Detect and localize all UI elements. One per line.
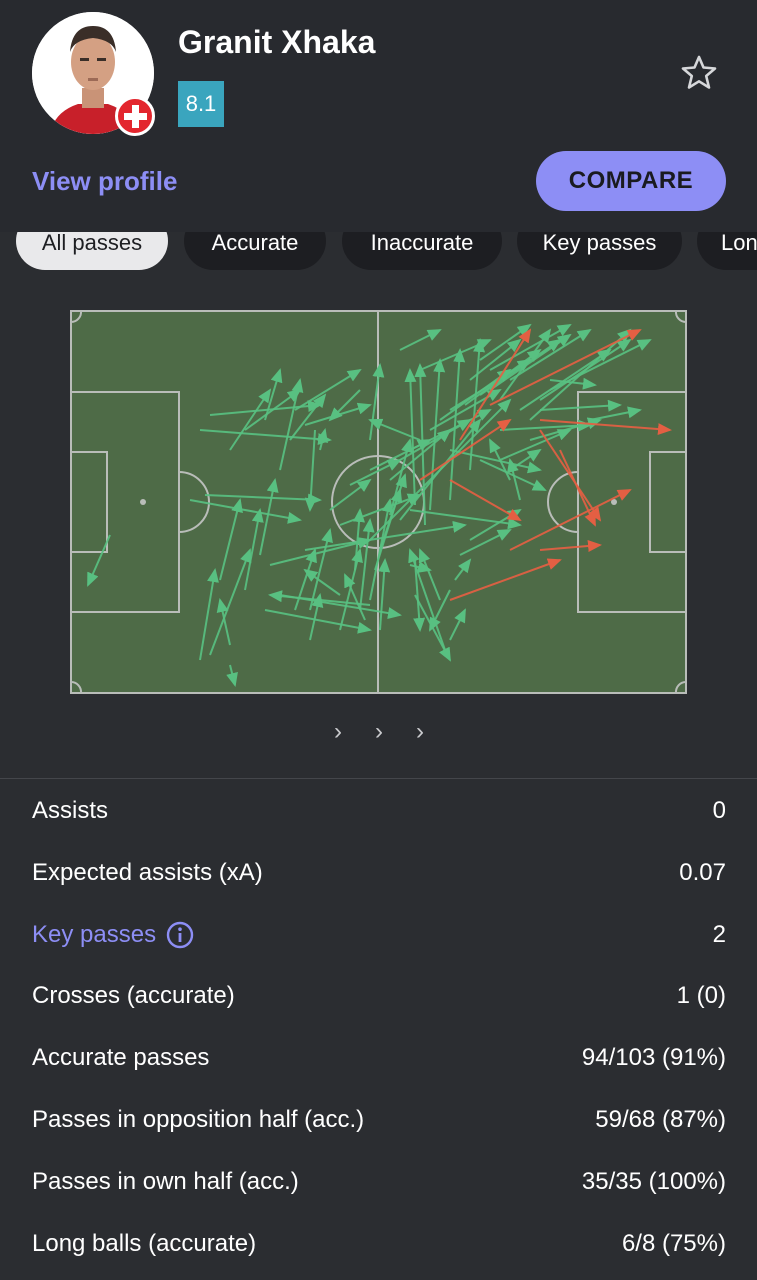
switzerland-flag-icon — [115, 96, 155, 136]
left-penalty-spot — [140, 499, 146, 505]
stat-row-accurate-passes: Accurate passes 94/103 (91%) — [32, 1028, 726, 1088]
pass-map-pager[interactable]: › › › — [334, 718, 424, 748]
stat-value: 6/8 (75%) — [621, 1230, 726, 1257]
compare-button[interactable]: COMPARE — [536, 151, 726, 211]
stat-value: 0.07 — [679, 859, 726, 886]
stat-row-key-passes[interactable]: Key passes 2 — [32, 905, 726, 965]
stat-row-expected-assists: Expected assists (xA) 0.07 — [32, 843, 726, 903]
stat-label: Passes in opposition half (acc.) — [32, 1106, 365, 1133]
stat-row-long-balls: Long balls (accurate) 6/8 (75%) — [32, 1214, 726, 1274]
chevron-right-icon: › — [334, 718, 342, 745]
pass-map — [70, 310, 687, 694]
stat-value: 1 (0) — [676, 982, 726, 1009]
key-passes-link[interactable]: Key passes — [32, 921, 194, 949]
stat-label: Assists — [32, 797, 109, 824]
chevron-right-icon: › — [416, 718, 424, 745]
view-profile-link[interactable]: View profile — [32, 166, 177, 197]
stat-value: 0 — [712, 797, 726, 824]
stat-label: Expected assists (xA) — [32, 859, 263, 886]
stat-label: Long balls (accurate) — [32, 1230, 257, 1257]
stat-value: 59/68 (87%) — [595, 1106, 726, 1133]
stat-label: Passes in own half (acc.) — [32, 1168, 299, 1195]
stat-label: Crosses (accurate) — [32, 982, 235, 1009]
stat-row-crosses: Crosses (accurate) 1 (0) — [32, 966, 726, 1026]
chevron-right-icon: › — [375, 718, 383, 745]
stat-row-assists: Assists 0 — [32, 781, 726, 841]
pitch-svg — [70, 310, 687, 694]
stat-value: 2 — [712, 921, 726, 948]
stat-label: Accurate passes — [32, 1044, 210, 1071]
player-name: Granit Xhaka — [178, 24, 376, 60]
stat-value: 94/103 (91%) — [581, 1044, 726, 1071]
stat-row-opposition-half: Passes in opposition half (acc.) 59/68 (… — [32, 1090, 726, 1150]
section-divider — [0, 778, 757, 779]
player-header: Granit Xhaka 8.1 View profile COMPARE — [0, 0, 757, 232]
info-icon[interactable] — [166, 921, 194, 949]
rating-badge: 8.1 — [178, 81, 224, 127]
stat-row-own-half: Passes in own half (acc.) 35/35 (100%) — [32, 1152, 726, 1212]
favorite-star-icon[interactable] — [680, 54, 718, 92]
stat-label: Key passes — [32, 921, 157, 948]
stat-value: 35/35 (100%) — [581, 1168, 726, 1195]
